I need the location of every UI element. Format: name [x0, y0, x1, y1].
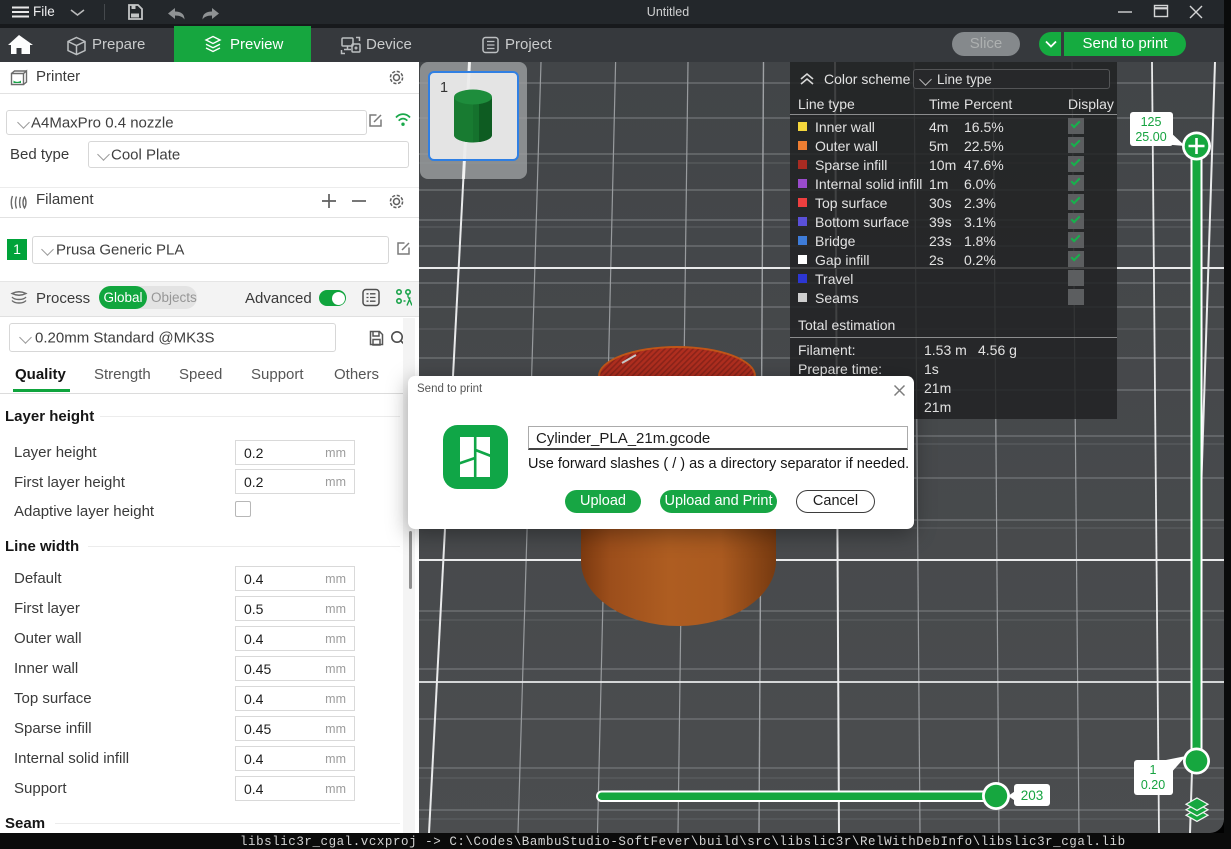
svg-text:0.20: 0.20 [1141, 778, 1165, 792]
svg-text:125: 125 [1141, 115, 1162, 129]
svg-text:203: 203 [1021, 788, 1044, 803]
svg-text:1: 1 [1150, 763, 1157, 777]
svg-text:25.00: 25.00 [1135, 130, 1166, 144]
